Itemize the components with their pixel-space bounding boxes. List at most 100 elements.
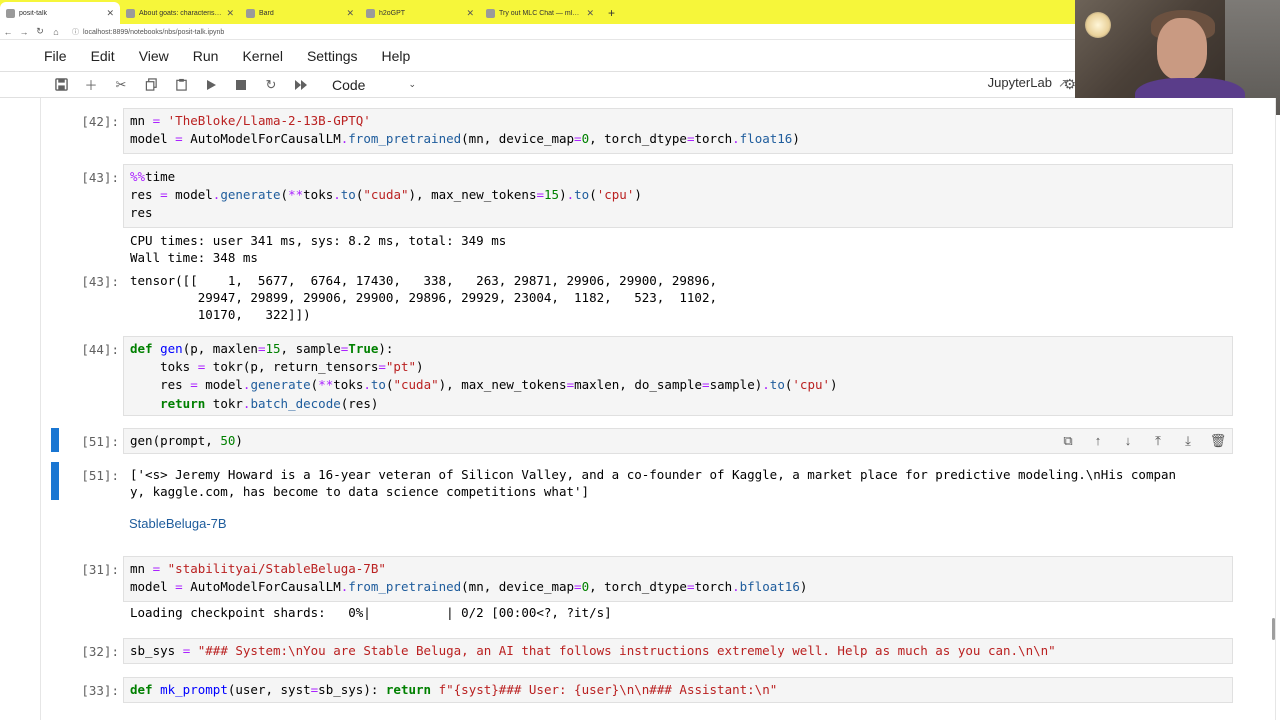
paste-icon[interactable] <box>166 73 196 97</box>
menu-kernel[interactable]: Kernel <box>242 48 282 64</box>
lamp-glow <box>1085 12 1111 38</box>
restart-kernel-icon[interactable]: ↻ <box>256 73 286 97</box>
stop-icon[interactable] <box>226 73 256 97</box>
github-favicon-icon <box>486 8 495 18</box>
page-favicon-icon <box>126 8 135 18</box>
output-line: 10170, 322]]) <box>130 307 311 323</box>
menu-settings[interactable]: Settings <box>307 48 358 64</box>
output-line: y, kaggle.com, has become to data scienc… <box>130 484 590 500</box>
markdown-cell-heading[interactable]: StableBeluga-7B <box>129 516 227 531</box>
menu-run[interactable]: Run <box>193 48 219 64</box>
cell-toolbar: ⧉ ↑ ↓ ⤒ ⤓ 🗑 <box>1053 433 1233 449</box>
menu-help[interactable]: Help <box>382 48 411 64</box>
output-line: 29947, 29899, 29906, 29900, 29896, 29929… <box>130 290 717 306</box>
menu-view[interactable]: View <box>139 48 169 64</box>
result-output: ['<s> Jeremy Howard is a 16-year veteran… <box>130 466 1176 500</box>
forward-icon[interactable]: → <box>16 27 32 37</box>
output-prompt: [43]: <box>81 274 119 289</box>
chevron-down-icon: ⌄ <box>408 79 416 89</box>
code-line: mn = "stabilityai/StableBeluga-7B" <box>130 561 386 576</box>
code-line: def gen(p, maxlen=15, sample=True): <box>130 341 394 356</box>
menu-edit[interactable]: Edit <box>91 48 115 64</box>
input-prompt: [32]: <box>81 644 119 659</box>
stderr-progress-output: Loading checkpoint shards: 0%| | 0/2 [00… <box>130 604 612 621</box>
run-icon[interactable] <box>196 73 226 97</box>
cell-type-dropdown[interactable]: Code ⌄ <box>332 77 416 93</box>
tab-title: Try out MLC Chat — mlc-llm 0... <box>499 9 582 17</box>
bard-favicon-icon <box>246 8 255 18</box>
save-icon[interactable] <box>46 73 76 97</box>
input-prompt: [31]: <box>81 562 119 577</box>
tab-title: Bard <box>259 9 274 17</box>
input-prompt: [33]: <box>81 683 119 698</box>
copy-icon[interactable] <box>136 73 166 97</box>
output-prompt: [51]: <box>81 468 119 483</box>
input-prompt: [43]: <box>81 170 119 185</box>
open-jupyterlab-link[interactable]: JupyterLab ↗ <box>988 75 1068 90</box>
output-line: CPU times: user 341 ms, sys: 8.2 ms, tot… <box>130 233 507 248</box>
url-field[interactable]: ⓘ localhost:8899/notebooks/nbs/posit-talk… <box>72 27 224 37</box>
delete-cell-icon[interactable]: 🗑 <box>1203 433 1233 449</box>
code-line: res = model.generate(**toks.to("cuda"), … <box>130 187 642 203</box>
code-editor[interactable]: def mk_prompt(user, syst=sb_sys): return… <box>123 677 1233 703</box>
home-icon[interactable]: ⌂ <box>48 27 64 37</box>
code-editor[interactable]: sb_sys = "### System:\nYou are Stable Be… <box>123 638 1233 664</box>
input-prompt: [42]: <box>81 114 119 129</box>
code-line: model = AutoModelForCausalLM.from_pretra… <box>130 579 808 595</box>
output-line: Loading checkpoint shards: 0%| | 0/2 [00… <box>130 605 612 620</box>
move-up-icon[interactable]: ↑ <box>1083 433 1113 449</box>
close-tab-icon[interactable]: ✕ <box>226 8 234 19</box>
browser-tab-goats[interactable]: About goats: characteristics &... ✕ <box>120 2 240 24</box>
output-line: tensor([[ 1, 5677, 6764, 17430, 338, 263… <box>130 273 717 288</box>
cell-type-value: Code <box>332 76 366 93</box>
output-line: Wall time: 348 ms <box>130 250 258 266</box>
jupyterlab-label: JupyterLab <box>987 75 1052 90</box>
tab-title: h2oGPT <box>379 9 406 17</box>
code-editor[interactable]: %%time res = model.generate(**toks.to("c… <box>123 164 1233 228</box>
insert-below-icon[interactable]: ⤓ <box>1173 433 1203 449</box>
move-down-icon[interactable]: ↓ <box>1113 433 1143 449</box>
presenter-face <box>1157 18 1207 80</box>
code-line: model = AutoModelForCausalLM.from_pretra… <box>130 131 800 147</box>
back-icon[interactable]: ← <box>0 27 16 37</box>
notebook-panel[interactable]: [42]: mn = 'TheBloke/Llama-2-13B-GPTQ' m… <box>40 98 1276 720</box>
add-cell-icon[interactable]: ＋ <box>76 73 106 97</box>
tab-title: posit-talk <box>19 9 48 17</box>
stdout-output: CPU times: user 341 ms, sys: 8.2 ms, tot… <box>130 232 506 266</box>
output-line: ['<s> Jeremy Howard is a 16-year veteran… <box>130 467 1177 482</box>
code-editor[interactable]: mn = "stabilityai/StableBeluga-7B" model… <box>123 556 1233 602</box>
code-line: res = model.generate(**toks.to("cuda"), … <box>130 377 838 393</box>
code-editor[interactable]: mn = 'TheBloke/Llama-2-13B-GPTQ' model =… <box>123 108 1233 154</box>
tab-title: About goats: characteristics &... <box>139 9 223 17</box>
close-tab-icon[interactable]: ✕ <box>586 8 594 19</box>
new-tab-button[interactable]: + <box>600 2 623 24</box>
close-tab-icon[interactable]: ✕ <box>346 8 354 19</box>
browser-tab-posit-talk[interactable]: posit-talk ✕ <box>0 2 120 24</box>
menu-file[interactable]: File <box>44 48 67 64</box>
browser-tab-h2ogpt[interactable]: h2oGPT ✕ <box>360 2 480 24</box>
code-editor[interactable]: def gen(p, maxlen=15, sample=True): toks… <box>123 336 1233 416</box>
reload-icon[interactable]: ↻ <box>32 26 48 37</box>
code-line: sb_sys = "### System:\nYou are Stable Be… <box>130 643 1056 658</box>
input-prompt: [44]: <box>81 342 119 357</box>
insert-above-icon[interactable]: ⤒ <box>1143 433 1173 449</box>
notebook-scrollbar[interactable] <box>1272 618 1275 640</box>
close-tab-icon[interactable]: ✕ <box>106 8 114 19</box>
code-line: mn = 'TheBloke/Llama-2-13B-GPTQ' <box>130 113 371 128</box>
duplicate-cell-icon[interactable]: ⧉ <box>1053 433 1083 449</box>
close-tab-icon[interactable]: ✕ <box>466 8 474 19</box>
h2o-favicon-icon <box>366 8 375 18</box>
code-line: toks = tokr(p, return_tensors="pt") <box>130 359 424 375</box>
info-icon: ⓘ <box>72 28 79 36</box>
code-line: res <box>130 205 153 221</box>
code-line: return tokr.batch_decode(res) <box>160 395 379 411</box>
browser-tab-bard[interactable]: Bard ✕ <box>240 2 360 24</box>
result-output: tensor([[ 1, 5677, 6764, 17430, 338, 263… <box>130 272 717 324</box>
jupyter-favicon-icon <box>6 8 15 18</box>
code-line: def mk_prompt(user, syst=sb_sys): return… <box>130 682 778 697</box>
code-line: %%time <box>130 169 176 184</box>
restart-run-all-icon[interactable] <box>286 73 316 97</box>
url-text: localhost:8899/notebooks/nbs/posit-talk.… <box>83 28 225 36</box>
cut-icon[interactable]: ✂ <box>106 73 136 97</box>
browser-tab-mlc-chat[interactable]: Try out MLC Chat — mlc-llm 0... ✕ <box>480 2 600 24</box>
